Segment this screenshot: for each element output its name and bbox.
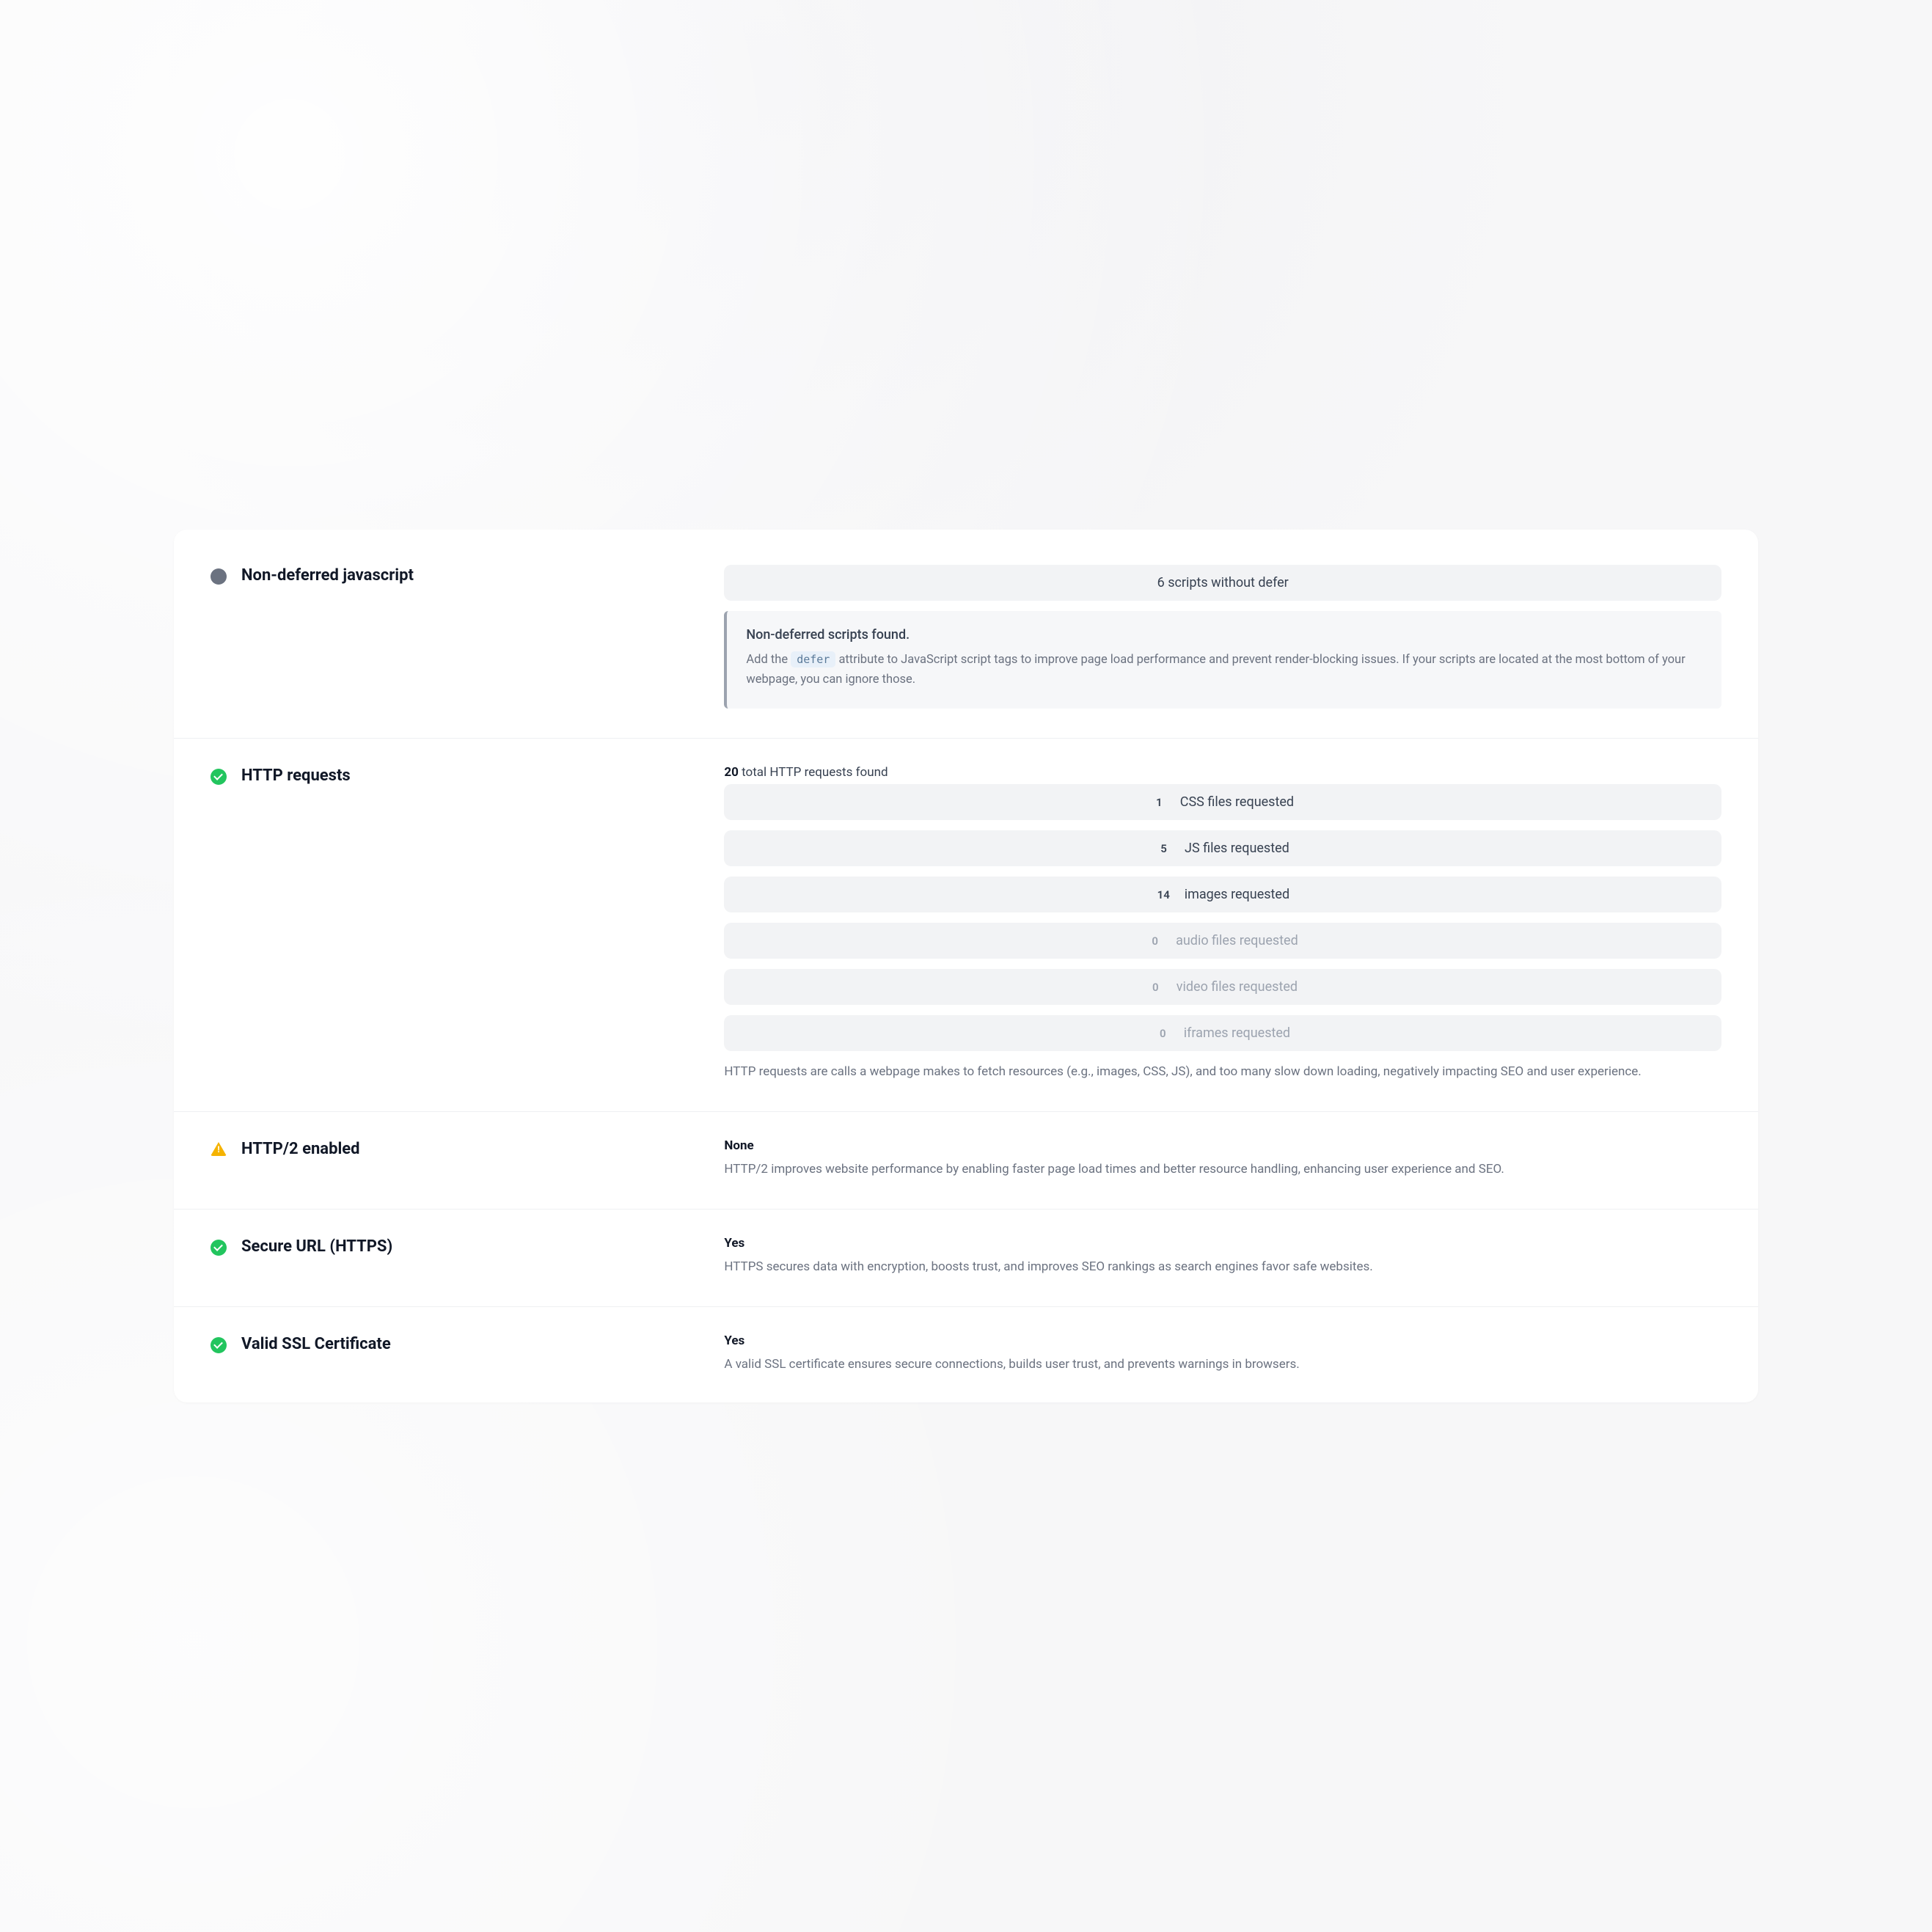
request-badge-js: 5 JS files requested	[724, 830, 1721, 866]
badge-label: iframes requested	[1184, 1025, 1290, 1041]
request-badge-audio: 0 audio files requested	[724, 923, 1721, 959]
badge-label: video files requested	[1177, 979, 1298, 995]
section-ssl: Valid SSL Certificate Yes A valid SSL ce…	[174, 1307, 1758, 1375]
callout-body: Add the defer attribute to JavaScript sc…	[746, 650, 1702, 689]
section-title: Valid SSL Certificate	[241, 1333, 391, 1355]
status-success-icon	[211, 1337, 227, 1353]
callout-text-suffix: attribute to JavaScript script tags to i…	[746, 653, 1685, 687]
badge-label: audio files requested	[1176, 933, 1298, 948]
total-count: 20	[724, 765, 739, 780]
section-https: Secure URL (HTTPS) Yes HTTPS secures dat…	[174, 1210, 1758, 1307]
summary-badge: 6 scripts without defer	[724, 565, 1721, 601]
section-body: Yes HTTPS secures data with encryption, …	[724, 1236, 1721, 1277]
total-suffix: total HTTP requests found	[739, 765, 888, 780]
status-neutral-icon	[211, 568, 227, 585]
status-success-icon	[211, 769, 227, 785]
badge-label: images requested	[1185, 887, 1289, 902]
total-requests-line: 20 total HTTP requests found	[724, 765, 1721, 780]
section-description: HTTP/2 improves website performance by e…	[724, 1159, 1721, 1179]
badge-count: 5	[1157, 842, 1171, 855]
section-description: A valid SSL certificate ensures secure c…	[724, 1354, 1721, 1375]
badge-count: 0	[1148, 934, 1163, 948]
section-description: HTTP requests are calls a webpage makes …	[724, 1061, 1721, 1082]
status-success-icon	[211, 1240, 227, 1256]
request-badge-images: 14 images requested	[724, 877, 1721, 912]
request-badge-video: 0 video files requested	[724, 969, 1721, 1005]
section-http2: HTTP/2 enabled None HTTP/2 improves webs…	[174, 1112, 1758, 1210]
badge-count: 14	[1156, 888, 1171, 901]
audit-card: Non-deferred javascript 6 scripts withou…	[174, 530, 1758, 1403]
request-badge-iframes: 0 iframes requested	[724, 1015, 1721, 1051]
section-header: Non-deferred javascript	[211, 565, 724, 709]
section-body: 20 total HTTP requests found 1 CSS files…	[724, 765, 1721, 1082]
section-title: Secure URL (HTTPS)	[241, 1236, 392, 1258]
section-title: Non-deferred javascript	[241, 565, 414, 587]
section-body: 6 scripts without defer Non-deferred scr…	[724, 565, 1721, 709]
section-header: Secure URL (HTTPS)	[211, 1236, 724, 1277]
section-header: HTTP requests	[211, 765, 724, 1082]
section-http-requests: HTTP requests 20 total HTTP requests fou…	[174, 739, 1758, 1112]
section-value: Yes	[724, 1236, 1721, 1251]
request-badge-css: 1 CSS files requested	[724, 784, 1721, 820]
callout: Non-deferred scripts found. Add the defe…	[724, 611, 1721, 709]
callout-code: defer	[791, 651, 835, 667]
callout-title: Non-deferred scripts found.	[746, 627, 1702, 643]
section-nondeferred: Non-deferred javascript 6 scripts withou…	[174, 557, 1758, 739]
section-title: HTTP/2 enabled	[241, 1138, 360, 1160]
badge-label: CSS files requested	[1180, 794, 1294, 810]
section-header: HTTP/2 enabled	[211, 1138, 724, 1179]
badge-count: 1	[1152, 796, 1166, 809]
section-value: Yes	[724, 1333, 1721, 1348]
section-description: HTTPS secures data with encryption, boos…	[724, 1256, 1721, 1277]
section-value: None	[724, 1138, 1721, 1153]
section-header: Valid SSL Certificate	[211, 1333, 724, 1375]
status-warning-icon	[211, 1142, 227, 1156]
section-body: None HTTP/2 improves website performance…	[724, 1138, 1721, 1179]
badge-count: 0	[1148, 981, 1163, 994]
section-title: HTTP requests	[241, 765, 351, 787]
badge-count: 0	[1155, 1027, 1170, 1040]
callout-text-prefix: Add the	[746, 653, 791, 667]
badge-label: JS files requested	[1185, 841, 1289, 856]
section-body: Yes A valid SSL certificate ensures secu…	[724, 1333, 1721, 1375]
